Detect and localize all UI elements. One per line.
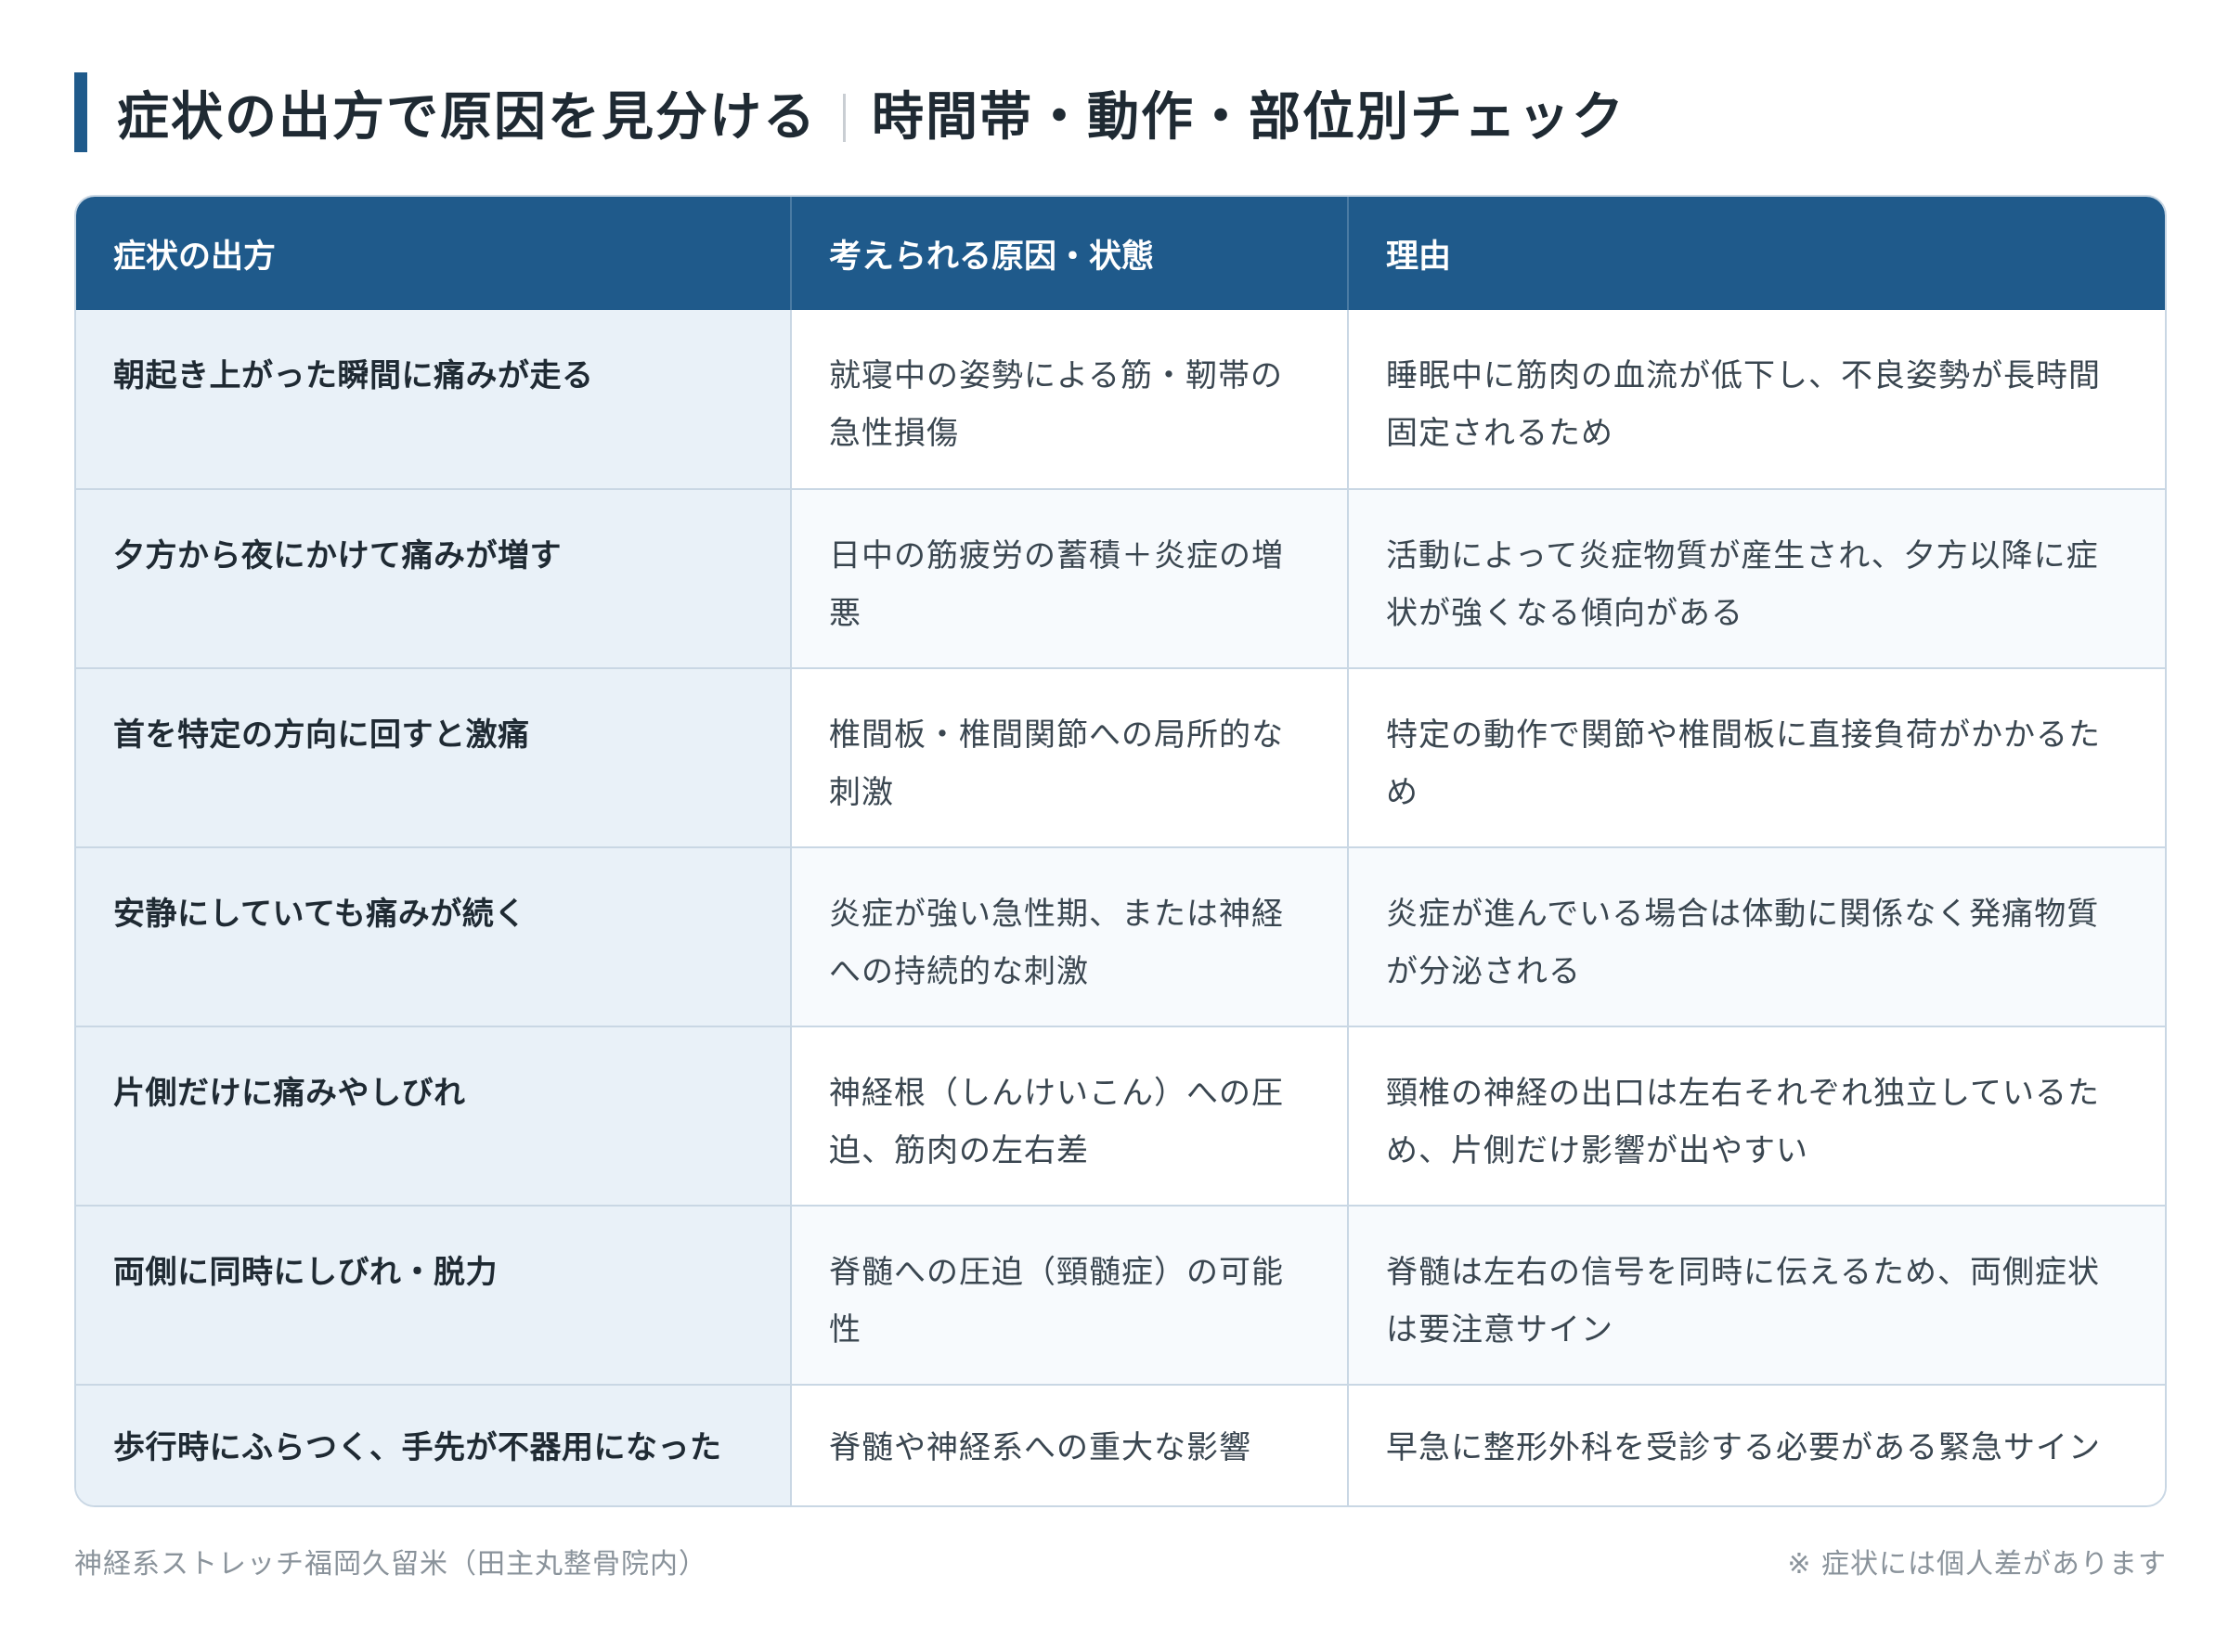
title-text: 症状の出方で原因を見分ける 時間帯・動作・部位別チェック: [117, 75, 1626, 150]
column-header-reason: 理由: [1348, 197, 2165, 310]
title-sub: 時間帯・動作・部位別チェック: [872, 86, 1626, 148]
page-title: 症状の出方で原因を見分ける 時間帯・動作・部位別チェック: [74, 72, 1626, 152]
cause-cell: 神経根（しんけいこん）への圧迫、筋肉の左右差: [791, 1026, 1349, 1206]
title-main: 症状の出方で原因を見分ける: [117, 86, 817, 148]
column-header-cause: 考えられる原因・状態: [791, 197, 1349, 310]
cause-cell: 炎症が強い急性期、または神経への持続的な刺激: [791, 846, 1349, 1026]
footer-note: ※ 症状には個人差があります: [1787, 1548, 2167, 1581]
cause-cell: 脊髄への圧迫（頸髄症）の可能性: [791, 1205, 1349, 1385]
column-header-symptom: 症状の出方: [76, 197, 792, 310]
cause-cell: 脊髄や神経系への重大な影響: [791, 1384, 1349, 1505]
footer-source: 神経系ストレッチ福岡久留米（田主丸整骨院内）: [74, 1548, 707, 1581]
symptom-cell: 両側に同時にしびれ・脱力: [76, 1205, 792, 1385]
reason-cell: 頸椎の神経の出口は左右それぞれ独立しているため、片側だけ影響が出やすい: [1348, 1026, 2165, 1206]
table-row: 首を特定の方向に回すと激痛 椎間板・椎間関節への局所的な刺激 特定の動作で関節や…: [76, 667, 2165, 847]
symptom-cell: 歩行時にふらつく、手先が不器用になった: [76, 1384, 792, 1505]
reason-cell: 活動によって炎症物質が産生され、夕方以降に症状が強くなる傾向がある: [1348, 488, 2165, 668]
table-row: 朝起き上がった瞬間に痛みが走る 就寝中の姿勢による筋・靭帯の急性損傷 睡眠中に筋…: [76, 310, 2165, 489]
title-separator: [843, 93, 846, 142]
symptom-cell: 夕方から夜にかけて痛みが増す: [76, 488, 792, 668]
reason-cell: 特定の動作で関節や椎間板に直接負荷がかかるため: [1348, 667, 2165, 847]
symptom-cell: 朝起き上がった瞬間に痛みが走る: [76, 310, 792, 489]
title-accent-bar: [74, 72, 87, 152]
table-header-row: 症状の出方 考えられる原因・状態 理由: [76, 197, 2165, 310]
cause-cell: 日中の筋疲労の蓄積＋炎症の増悪: [791, 488, 1349, 668]
symptom-cell: 首を特定の方向に回すと激痛: [76, 667, 792, 847]
table-row: 両側に同時にしびれ・脱力 脊髄への圧迫（頸髄症）の可能性 脊髄は左右の信号を同時…: [76, 1205, 2165, 1385]
reason-cell: 炎症が進んでいる場合は体動に関係なく発痛物質が分泌される: [1348, 846, 2165, 1026]
cause-cell: 就寝中の姿勢による筋・靭帯の急性損傷: [791, 310, 1349, 489]
cause-cell: 椎間板・椎間関節への局所的な刺激: [791, 667, 1349, 847]
symptom-table: 症状の出方 考えられる原因・状態 理由 朝起き上がった瞬間に痛みが走る 就寝中の…: [74, 195, 2167, 1507]
table-row: 歩行時にふらつく、手先が不器用になった 脊髄や神経系への重大な影響 早急に整形外…: [76, 1384, 2165, 1505]
page: 症状の出方で原因を見分ける 時間帯・動作・部位別チェック 症状の出方 考えられる原…: [0, 0, 2228, 1652]
symptom-cell: 安静にしていても痛みが続く: [76, 846, 792, 1026]
reason-cell: 早急に整形外科を受診する必要がある緊急サイン: [1348, 1384, 2165, 1505]
reason-cell: 睡眠中に筋肉の血流が低下し、不良姿勢が長時間固定されるため: [1348, 310, 2165, 489]
table-row: 夕方から夜にかけて痛みが増す 日中の筋疲労の蓄積＋炎症の増悪 活動によって炎症物…: [76, 488, 2165, 668]
table-row: 安静にしていても痛みが続く 炎症が強い急性期、または神経への持続的な刺激 炎症が…: [76, 846, 2165, 1026]
symptom-table-grid: 症状の出方 考えられる原因・状態 理由 朝起き上がった瞬間に痛みが走る 就寝中の…: [76, 197, 2165, 1505]
symptom-cell: 片側だけに痛みやしびれ: [76, 1026, 792, 1206]
reason-cell: 脊髄は左右の信号を同時に伝えるため、両側症状は要注意サイン: [1348, 1205, 2165, 1385]
table-row: 片側だけに痛みやしびれ 神経根（しんけいこん）への圧迫、筋肉の左右差 頸椎の神経…: [76, 1026, 2165, 1206]
